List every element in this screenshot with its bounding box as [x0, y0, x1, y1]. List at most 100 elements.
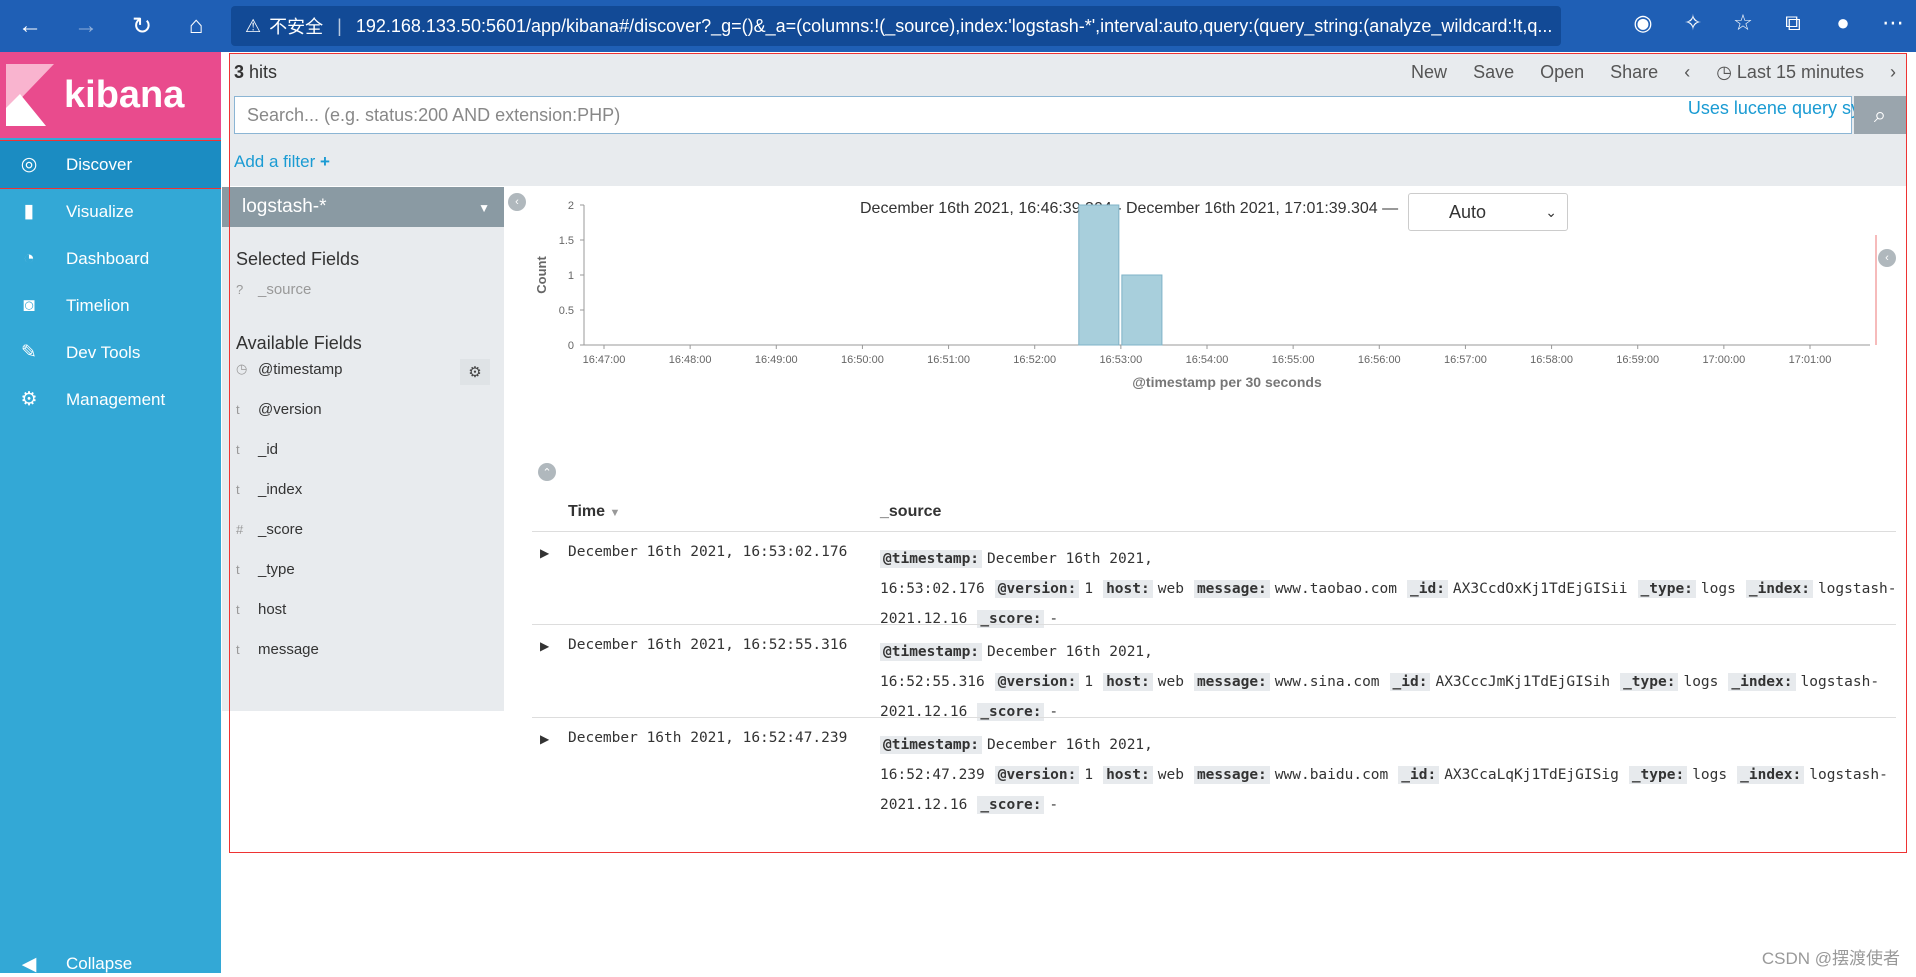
source-value: 1 — [1084, 674, 1093, 690]
kibana-logo[interactable]: kibana — [0, 52, 221, 138]
source-value: 1 — [1084, 581, 1093, 597]
x-tick-label: 16:48:00 — [669, 354, 712, 366]
chevron-right-icon[interactable]: › — [1890, 62, 1896, 83]
home-icon[interactable]: ⌂ — [180, 10, 212, 42]
x-tick-label: 16:50:00 — [841, 354, 884, 366]
nav-label: Discover — [66, 155, 132, 175]
source-value: AX3CcaLqKj1TdEjGISig — [1444, 767, 1619, 783]
nav-label: Dev Tools — [66, 343, 140, 363]
new-button[interactable]: New — [1411, 62, 1447, 83]
field-item[interactable]: t_id — [222, 429, 504, 469]
time-column-header[interactable]: Time ▼ — [568, 503, 620, 521]
source-value: 1 — [1084, 767, 1093, 783]
source-key: @timestamp: — [880, 643, 982, 661]
chevron-left-icon[interactable]: ‹ — [1684, 62, 1690, 83]
url-separator: | — [337, 16, 342, 37]
source-key: @version: — [995, 673, 1080, 691]
nav-timelion[interactable]: ◙ Timelion — [0, 282, 221, 329]
nav-label: Visualize — [66, 202, 134, 222]
field-item[interactable]: t_index — [222, 469, 504, 509]
puzzle-icon[interactable]: ✧ — [1678, 10, 1708, 36]
discover-topbar: 3 hits New Save Open Share ‹ ◷ Last 15 m… — [230, 54, 1906, 90]
clock-icon: ◷ — [1716, 62, 1732, 82]
compass-icon: ◎ — [16, 152, 42, 178]
refresh-icon[interactable]: ↻ — [126, 10, 158, 42]
field-item[interactable]: #_score — [222, 509, 504, 549]
doc-table-header: Time ▼ _source — [532, 493, 1896, 531]
field-item[interactable]: thost — [222, 589, 504, 629]
expand-row-icon[interactable]: ▶ — [540, 546, 549, 560]
share-button[interactable]: Share — [1610, 62, 1658, 83]
nav-dev-tools[interactable]: ✎ Dev Tools — [0, 329, 221, 376]
source-value: web — [1158, 674, 1184, 690]
doc-table: ▶ December 16th 2021, 16:53:02.176 @timest… — [532, 531, 1896, 810]
mask-icon: ◙ — [16, 293, 42, 319]
kibana-sidebar: kibana ◎ Discover ▮ Visualize ◔ Dashboar… — [0, 52, 221, 973]
field-item[interactable]: t_type — [222, 549, 504, 589]
nav-label: Timelion — [66, 296, 130, 316]
row-time: December 16th 2021, 16:52:47.239 — [568, 730, 847, 746]
nav-visualize[interactable]: ▮ Visualize — [0, 188, 221, 235]
x-tick-label: 16:47:00 — [583, 354, 626, 366]
field-settings-gear-icon[interactable]: ⚙ — [460, 359, 490, 385]
x-tick-label: 16:54:00 — [1186, 354, 1229, 366]
nav-dashboard[interactable]: ◔ Dashboard — [0, 235, 221, 282]
add-filter-link[interactable]: Add a filter + — [234, 152, 330, 172]
collapse-label: Collapse — [66, 954, 132, 974]
kibana-logo-icon — [6, 64, 54, 126]
histogram-chart: 00.511.52Count16:47:0016:48:0016:49:0016… — [504, 187, 1906, 487]
field-item[interactable]: tmessage — [222, 629, 504, 669]
source-value: www.taobao.com — [1275, 581, 1397, 597]
x-tick-label: 17:00:00 — [1702, 354, 1745, 366]
x-tick-label: 16:51:00 — [927, 354, 970, 366]
forward-arrow-icon[interactable]: → — [70, 10, 102, 42]
more-menu-icon[interactable]: ⋯ — [1878, 10, 1908, 36]
back-arrow-icon[interactable]: ← — [14, 10, 46, 42]
source-key: _type: — [1620, 673, 1678, 691]
open-button[interactable]: Open — [1540, 62, 1584, 83]
histogram-bar — [1079, 205, 1119, 345]
source-value: logs — [1692, 767, 1727, 783]
histogram-bar — [1122, 275, 1162, 345]
x-axis-label: @timestamp per 30 seconds — [1132, 374, 1322, 390]
source-key: host: — [1103, 766, 1153, 784]
field-name: @timestamp — [258, 361, 342, 378]
field-type-icon: t — [236, 562, 258, 577]
row-source: @timestamp:December 16th 2021, 16:52:47.… — [880, 730, 1896, 820]
extension-icon[interactable]: ◉ — [1628, 10, 1658, 36]
source-key: _index: — [1737, 766, 1804, 784]
profile-avatar-icon[interactable]: ● — [1828, 10, 1858, 36]
collections-icon[interactable]: ⧉ — [1778, 10, 1808, 36]
source-value: web — [1158, 767, 1184, 783]
field-item[interactable]: ? _source — [222, 269, 504, 309]
nav-management[interactable]: ⚙ Management — [0, 376, 221, 423]
favorites-icon[interactable]: ☆ — [1728, 10, 1758, 36]
source-key: @timestamp: — [880, 550, 982, 568]
security-warning: 不安全 — [269, 13, 323, 39]
watermark: CSDN @摆渡使者 — [1762, 944, 1900, 969]
field-name: @version — [258, 401, 322, 418]
field-item[interactable]: t@version — [222, 389, 504, 429]
field-type-icon: t — [236, 482, 258, 497]
field-type-icon: t — [236, 602, 258, 617]
x-tick-label: 16:52:00 — [1013, 354, 1056, 366]
x-tick-label: 16:58:00 — [1530, 354, 1573, 366]
search-input[interactable]: Search... (e.g. status:200 AND extension… — [234, 96, 1852, 134]
collapse-icon: ◀ — [16, 951, 42, 977]
address-bar[interactable]: ⚠ 不安全 | 192.168.133.50:5601/app/kibana#/… — [231, 6, 1561, 46]
row-time: December 16th 2021, 16:53:02.176 — [568, 544, 847, 560]
field-type-icon: t — [236, 442, 258, 457]
time-picker[interactable]: ◷ Last 15 minutes — [1716, 62, 1864, 83]
expand-row-icon[interactable]: ▶ — [540, 732, 549, 746]
save-button[interactable]: Save — [1473, 62, 1514, 83]
search-button[interactable]: ⌕ — [1854, 96, 1906, 134]
expand-row-icon[interactable]: ▶ — [540, 639, 549, 653]
collapse-button[interactable]: ◀ Collapse — [16, 951, 132, 977]
search-placeholder: Search... (e.g. status:200 AND extension… — [247, 105, 620, 126]
nav-discover[interactable]: ◎ Discover — [0, 141, 221, 188]
table-row: ▶December 16th 2021, 16:52:47.239@timest… — [532, 717, 1896, 810]
row-time: December 16th 2021, 16:52:55.316 — [568, 637, 847, 653]
index-pattern-selector[interactable]: logstash-* ▼ — [222, 187, 504, 227]
source-key: message: — [1194, 673, 1270, 691]
x-tick-label: 17:01:00 — [1789, 354, 1832, 366]
